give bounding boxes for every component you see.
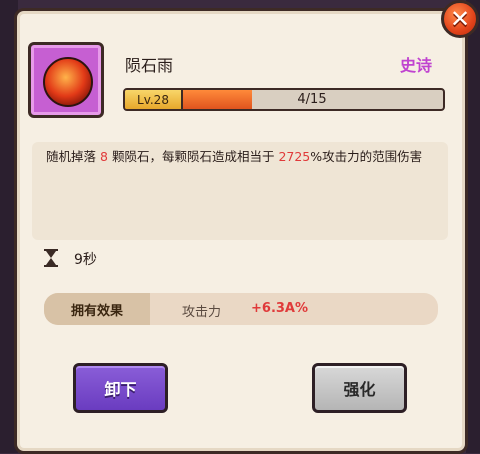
- close-button[interactable]: ✕: [441, 0, 479, 38]
- meteor-skill-icon: [43, 57, 93, 107]
- level-progress-bar: Lv.28 4/15: [123, 88, 445, 111]
- owned-effect-label: 拥有效果: [44, 293, 150, 325]
- dimmed-backdrop-right: [466, 0, 480, 453]
- owned-effect-value: +6.3A%: [251, 301, 309, 316]
- level-progress-text: 4/15: [297, 92, 327, 107]
- meteor-count: 8: [100, 149, 108, 164]
- hourglass-icon: [44, 249, 58, 267]
- damage-percent: 2725: [278, 149, 311, 164]
- upgrade-button[interactable]: 强化: [312, 363, 407, 413]
- rarity-label: 史诗: [400, 56, 433, 75]
- skill-description: 随机掉落 8 颗陨石，每颗陨石造成相当于 2725%攻击力的范围伤害: [46, 149, 423, 164]
- close-icon: ✕: [449, 5, 471, 33]
- owned-effect-row: 拥有效果 攻击力 +6.3A%: [44, 293, 438, 325]
- skill-duration: 9秒: [74, 252, 97, 268]
- skill-name: 陨石雨: [125, 56, 174, 75]
- owned-effect-stat: 攻击力: [182, 305, 222, 320]
- unequip-button[interactable]: 卸下: [73, 363, 168, 413]
- skill-icon-frame: [28, 42, 104, 118]
